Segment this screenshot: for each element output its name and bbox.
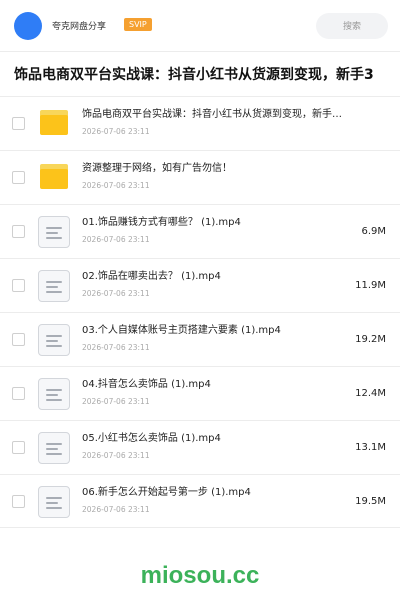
item-name: 05.小红书怎么卖饰品 (1).mp4 — [82, 433, 221, 444]
item-date: 2026-07-06 23:11 — [82, 181, 150, 190]
item-size: 12.4M — [355, 388, 386, 399]
item-name: 02.饰品在哪卖出去？ (1).mp4 — [82, 271, 221, 282]
video-file-icon — [38, 486, 70, 518]
select-checkbox[interactable] — [12, 279, 25, 292]
video-file-icon — [38, 324, 70, 356]
item-size: 13.1M — [355, 442, 386, 453]
item-date: 2026-07-06 23:11 — [82, 397, 150, 406]
item-name: 06.新手怎么开始起号第一步 (1).mp4 — [82, 487, 251, 498]
item-name: 04.抖音怎么卖饰品 (1).mp4 — [82, 379, 211, 390]
item-date: 2026-07-06 23:11 — [82, 451, 150, 460]
list-item[interactable]: 04.抖音怎么卖饰品 (1).mp4 2026-07-06 23:11 12.4… — [0, 366, 400, 420]
video-file-icon — [38, 378, 70, 410]
select-checkbox[interactable] — [12, 495, 25, 508]
svip-badge: SVIP — [124, 18, 152, 31]
item-date: 2026-07-06 23:11 — [82, 289, 150, 298]
item-name: 资源整理于网络，如有广告勿信！ — [82, 163, 232, 174]
search-button[interactable]: 搜索 — [316, 13, 388, 39]
select-checkbox[interactable] — [12, 387, 25, 400]
item-name: 03.个人自媒体账号主页搭建六要素 (1).mp4 — [82, 325, 281, 336]
item-size: 11.9M — [355, 280, 386, 291]
list-item[interactable]: 资源整理于网络，如有广告勿信！ 2026-07-06 23:11 — [0, 150, 400, 204]
item-name: 01.饰品赚钱方式有哪些？ (1).mp4 — [82, 217, 241, 228]
select-checkbox[interactable] — [12, 225, 25, 238]
item-date: 2026-07-06 23:11 — [82, 343, 150, 352]
video-file-icon — [38, 216, 70, 248]
list-item[interactable]: 02.饰品在哪卖出去？ (1).mp4 2026-07-06 23:11 11.… — [0, 258, 400, 312]
select-checkbox[interactable] — [12, 333, 25, 346]
item-date: 2026-07-06 23:11 — [82, 127, 150, 136]
item-size: 19.5M — [355, 496, 386, 507]
list-item[interactable]: 03.个人自媒体账号主页搭建六要素 (1).mp4 2026-07-06 23:… — [0, 312, 400, 366]
list-item[interactable]: 06.新手怎么开始起号第一步 (1).mp4 2026-07-06 23:11 … — [0, 474, 400, 528]
list-item[interactable]: 05.小红书怎么卖饰品 (1).mp4 2026-07-06 23:11 13.… — [0, 420, 400, 474]
header: 夸克网盘分享 SVIP 搜索 — [0, 0, 400, 52]
list-item[interactable]: 01.饰品赚钱方式有哪些？ (1).mp4 2026-07-06 23:11 6… — [0, 204, 400, 258]
video-file-icon — [38, 270, 70, 302]
item-name: 饰品电商双平台实战课：抖音小红书从货源到变现，新手… — [82, 109, 342, 120]
avatar[interactable] — [14, 12, 42, 40]
select-checkbox[interactable] — [12, 117, 25, 130]
watermark: miosou.cc — [140, 562, 260, 589]
folder-icon — [40, 110, 68, 135]
file-list: 饰品电商双平台实战课：抖音小红书从货源到变现，新手… 2026-07-06 23… — [0, 96, 400, 528]
item-size: 6.9M — [361, 226, 386, 237]
video-file-icon — [38, 432, 70, 464]
folder-icon — [40, 164, 68, 189]
select-checkbox[interactable] — [12, 171, 25, 184]
select-checkbox[interactable] — [12, 441, 25, 454]
list-item[interactable]: 饰品电商双平台实战课：抖音小红书从货源到变现，新手… 2026-07-06 23… — [0, 96, 400, 150]
item-date: 2026-07-06 23:11 — [82, 235, 150, 244]
brand-name: 夸克网盘分享 — [52, 22, 107, 32]
item-date: 2026-07-06 23:11 — [82, 505, 150, 514]
item-size: 19.2M — [355, 334, 386, 345]
page-title: 饰品电商双平台实战课：抖音小红书从货源到变现，新手3 — [14, 67, 374, 83]
